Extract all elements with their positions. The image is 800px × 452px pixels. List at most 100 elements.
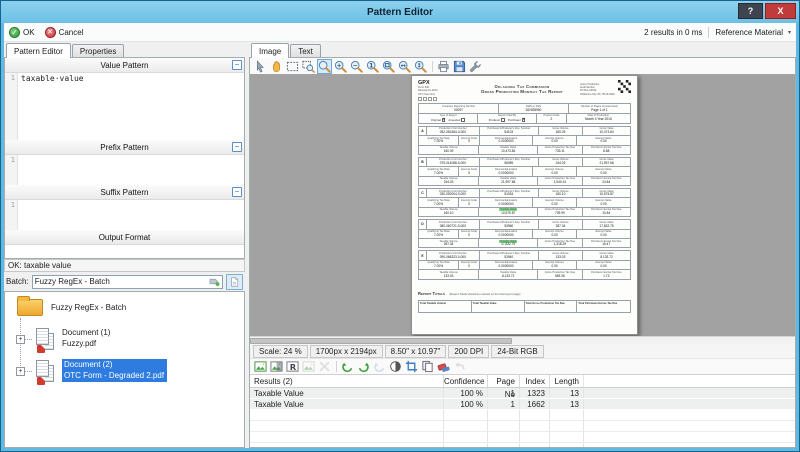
print-icon[interactable]: [437, 60, 450, 73]
result-confidence: 100 %: [443, 388, 487, 398]
crop-icon[interactable]: [405, 360, 418, 373]
batch-dropdown[interactable]: Fuzzy RegEx - Batch: [32, 275, 223, 289]
zoom-fit-height-icon[interactable]: ↕: [414, 60, 427, 73]
form-cell: Exempt Value 0.00: [577, 167, 630, 175]
pointer-icon[interactable]: [254, 60, 267, 73]
zoom-out-icon[interactable]: −: [350, 60, 363, 73]
undo-disabled-icon[interactable]: [453, 360, 466, 373]
image-compare-icon[interactable]: [270, 360, 283, 373]
contrast-icon[interactable]: [389, 360, 402, 373]
value-pattern-text[interactable]: taxable·value: [18, 73, 84, 140]
expand-icon[interactable]: +: [16, 367, 25, 376]
zoom-in-icon[interactable]: +: [334, 60, 347, 73]
prefix-pattern-text[interactable]: [18, 155, 21, 185]
status-inch-size: 8.50" x 10.97": [385, 345, 447, 358]
save-icon[interactable]: [453, 60, 466, 73]
hand-pan-icon[interactable]: [270, 60, 283, 73]
form-cell: Taxable Value 21,997.68: [479, 177, 538, 185]
select-area-icon[interactable]: [286, 60, 299, 73]
refresh-disabled-icon[interactable]: [373, 360, 386, 373]
tab-text[interactable]: Text: [290, 44, 321, 57]
zoom-region-icon[interactable]: [302, 60, 315, 73]
viewer-tabs: Image Text: [249, 42, 796, 57]
value-pattern-editor[interactable]: 1 taxable·value: [5, 73, 244, 140]
rotate-ccw-icon[interactable]: [341, 360, 354, 373]
tab-image[interactable]: Image: [251, 43, 289, 58]
rotate-cw-icon[interactable]: [357, 360, 370, 373]
form-cell: Qualifying Tax Rate 7.00%: [419, 167, 459, 175]
tree-root-label[interactable]: Fuzzy RegEx - Batch: [51, 303, 126, 312]
tree-node[interactable]: + Document (2) OTC Form - Degraded 2.pdf: [5, 358, 244, 388]
help-button[interactable]: ?: [738, 3, 763, 19]
result-name: Taxable Value: [250, 389, 443, 398]
collapse-icon[interactable]: −: [232, 187, 242, 197]
recognition-zones-icon[interactable]: R: [286, 360, 299, 373]
view-batch-button[interactable]: [226, 274, 243, 290]
settings-icon[interactable]: [469, 60, 482, 73]
close-button[interactable]: X: [765, 3, 796, 19]
status-pixel-size: 1700px x 2194px: [310, 345, 383, 358]
form-cell: Decimal Equivalent 0.0000000: [480, 136, 533, 144]
pdf-document-icon[interactable]: [35, 360, 57, 386]
form-cell: Gross Production Tax Due 733.11: [538, 146, 582, 154]
magnifier-icon[interactable]: [318, 60, 331, 73]
tree-node[interactable]: + Document (1) Fuzzy.pdf: [5, 326, 244, 356]
form-cell: Exempt Volume 0.00: [533, 167, 577, 175]
form-cell: Exempt Volume 0.00: [533, 230, 577, 238]
tree-node-label[interactable]: Document (1) Fuzzy.pdf: [62, 327, 110, 349]
column-header-confidence[interactable]: Confidence: [443, 375, 487, 387]
results-status: 2 results in 0 ms: [644, 28, 702, 37]
tab-properties[interactable]: Properties: [72, 44, 124, 57]
viewer-panel: Image Text +−1 ↔↕ GPX Form 300Revised 10-…: [249, 42, 796, 448]
form-cell: Production Unit Number 030-052004-0-000: [427, 189, 480, 197]
column-header-page-no[interactable]: Page No: [487, 375, 519, 387]
image-detail-icon[interactable]: [254, 360, 267, 373]
prefix-pattern-editor[interactable]: 1: [5, 155, 244, 185]
report-totals-heading: Report Totals: [418, 291, 445, 296]
form-block: B Production Unit Number 079-014088-0-00…: [418, 157, 631, 186]
delete-disabled-icon[interactable]: [318, 360, 331, 373]
horizontal-scrollbar[interactable]: [250, 336, 795, 344]
form-cell: Taxable Volume 287.34: [419, 239, 479, 247]
result-row[interactable]: Taxable Value 100 % 1 1662 13: [250, 399, 795, 410]
form-cell: Exempt Code 0: [459, 261, 480, 269]
image-viewer-canvas[interactable]: GPX Form 300Revised 10-2014 OTC Use Only…: [250, 74, 795, 344]
form-block: E Production Unit Number 090-066323-0-00…: [418, 250, 631, 279]
zoom-fit-page-icon[interactable]: [382, 60, 395, 73]
form-cell: Production Unit Number 090-066323-0-000: [427, 251, 480, 259]
duplicate-page-icon[interactable]: [421, 360, 434, 373]
results-panel: Results (2) Confidence Page No Index Len…: [250, 374, 795, 447]
ok-button[interactable]: OK: [9, 27, 35, 38]
cancel-button[interactable]: Cancel: [45, 27, 84, 38]
pdf-document-icon[interactable]: [35, 328, 57, 354]
collapse-icon[interactable]: −: [232, 60, 242, 70]
dropdown-arrow-icon: ▾: [788, 29, 791, 36]
scrollbar-thumb[interactable]: [250, 338, 512, 344]
column-header-index[interactable]: Index: [519, 375, 549, 387]
clean-borders-icon[interactable]: [437, 360, 450, 373]
suffix-pattern-text[interactable]: [18, 200, 21, 230]
document-icon: [229, 277, 240, 287]
export-disabled-icon[interactable]: [302, 360, 315, 373]
tab-pattern-editor[interactable]: Pattern Editor: [6, 43, 71, 58]
result-row[interactable]: Taxable Value 100 % 1 1323 13: [250, 388, 795, 399]
form-cell: Exempt Volume 0.00: [533, 261, 577, 269]
tree-node-label[interactable]: Document (2) OTC Form - Degraded 2.pdf: [62, 359, 167, 382]
zoom-fit-width-icon[interactable]: ↔: [398, 60, 411, 73]
batch-folder-icon[interactable]: [17, 299, 43, 316]
form-cell: Petroleum Excise Tax Due 16.47: [583, 239, 631, 247]
window-title: Pattern Editor: [367, 7, 433, 18]
barcode-icon: [618, 80, 631, 93]
suffix-pattern-editor[interactable]: 1: [5, 200, 244, 230]
status-color-depth: 24-Bit RGB: [491, 345, 543, 358]
pattern-panel: Pattern Editor Properties Value Pattern …: [4, 42, 245, 448]
form-cell: Petroleum Excise Tax Due 24.84: [583, 177, 631, 185]
expand-icon[interactable]: +: [16, 335, 25, 344]
column-header-length[interactable]: Length: [549, 375, 583, 387]
result-length: 13: [549, 399, 583, 409]
collapse-icon[interactable]: −: [232, 142, 242, 152]
zoom-actual-size-icon[interactable]: 1: [366, 60, 379, 73]
result-name: Taxable Value: [250, 400, 443, 409]
form-cell: Purchaser's/Producer's Rep. Number 53940: [480, 251, 539, 259]
reference-material-button[interactable]: Reference Material ▾: [715, 28, 791, 37]
